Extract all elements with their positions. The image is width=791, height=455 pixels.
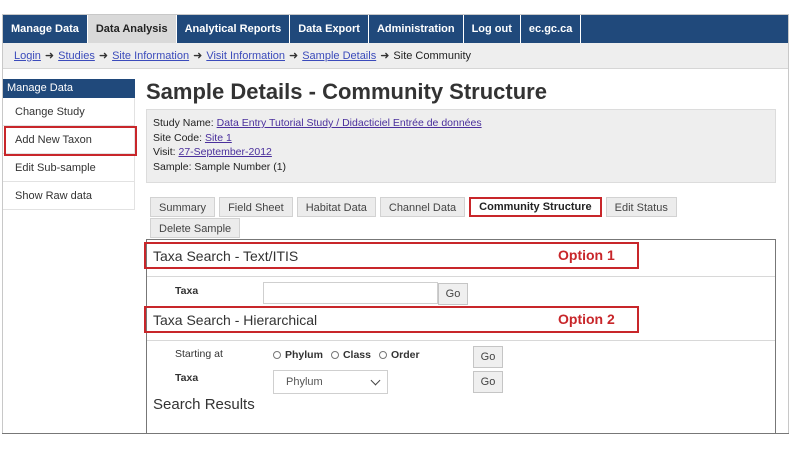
sidebar-item-add-new-taxon[interactable]: Add New Taxon <box>3 126 135 154</box>
sample-info-box: Study Name: Data Entry Tutorial Study / … <box>146 109 776 183</box>
radio-order[interactable]: Order <box>378 349 420 361</box>
hierarchical-search-title: Taxa Search - Hierarchical <box>153 312 318 328</box>
breadcrumb: Login ➜ Studies ➜ Site Information ➜ Vis… <box>3 43 788 69</box>
app-window: Manage Data Data Analysis Analytical Rep… <box>2 14 789 434</box>
tab-field-sheet[interactable]: Field Sheet <box>219 197 293 217</box>
breadcrumb-current: Site Community <box>393 49 472 62</box>
sidebar-heading: Manage Data <box>3 79 135 98</box>
taxa-text-input[interactable] <box>263 282 438 304</box>
study-name-label: Study Name: <box>153 117 217 129</box>
site-code-link[interactable]: Site 1 <box>205 132 232 144</box>
nav-tab-administration[interactable]: Administration <box>368 15 464 43</box>
taxa-hier-label: Taxa <box>175 372 199 384</box>
visit-link[interactable]: 27-September-2012 <box>178 146 271 158</box>
radio-circle-icon <box>273 351 281 359</box>
sample-tabs: Summary Field Sheet Habitat Data Channel… <box>150 197 690 238</box>
sample-row: Sample: Sample Number (1) <box>153 160 287 173</box>
radio-circle-icon <box>378 351 387 359</box>
tab-habitat-data[interactable]: Habitat Data <box>296 197 376 217</box>
taxa-select-value: Phylum <box>286 376 323 388</box>
bottom-divider <box>2 433 789 434</box>
option-1-label: Option 1 <box>558 247 615 263</box>
radio-class[interactable]: Class <box>330 349 371 361</box>
chevron-down-icon <box>370 375 381 386</box>
breadcrumb-studies[interactable]: Studies <box>58 50 95 62</box>
sidebar-item-change-study[interactable]: Change Study <box>3 98 135 126</box>
breadcrumb-visit-information[interactable]: Visit Information <box>206 50 285 62</box>
arrow-right-icon: ➜ <box>44 50 55 62</box>
tab-delete-sample[interactable]: Delete Sample <box>150 218 241 238</box>
nav-tab-data-export[interactable]: Data Export <box>290 15 369 43</box>
radio-circle-icon <box>330 351 339 359</box>
taxa-select[interactable]: Phylum <box>273 370 388 394</box>
arrow-right-icon: ➜ <box>98 50 109 62</box>
site-code-row: Site Code: Site 1 <box>153 131 769 146</box>
arrow-right-icon: ➜ <box>289 50 299 62</box>
arrow-right-icon: ➜ <box>380 50 390 62</box>
nav-tab-manage-data[interactable]: Manage Data <box>3 15 88 43</box>
nav-tab-data-analysis[interactable]: Data Analysis <box>87 15 177 43</box>
page-title: Sample Details - Community Structure <box>146 79 547 104</box>
search-results-title: Search Results <box>153 396 255 413</box>
tab-channel-data[interactable]: Channel Data <box>379 197 466 217</box>
radio-class-label: Class <box>342 349 371 361</box>
divider <box>147 340 775 341</box>
option-2-label: Option 2 <box>558 311 615 327</box>
tab-community-structure[interactable]: Community Structure <box>469 197 602 217</box>
nav-tab-log-out[interactable]: Log out <box>463 15 521 43</box>
nav-tab-ec-gc-ca[interactable]: ec.gc.ca <box>520 15 582 43</box>
go-button-hierarchical[interactable]: Go <box>473 371 503 393</box>
sidebar-item-edit-sub-sample[interactable]: Edit Sub-sample <box>3 154 135 182</box>
breadcrumb-site-information[interactable]: Site Information <box>112 50 189 62</box>
taxa-text-label: Taxa <box>175 285 199 297</box>
rank-radio-group: Phylum Class Order <box>273 349 428 361</box>
sidebar: Manage Data Change Study Add New Taxon E… <box>3 79 135 210</box>
visit-row: Visit: 27-September-2012 <box>153 145 769 160</box>
divider <box>147 276 775 277</box>
nav-tab-analytical-reports[interactable]: Analytical Reports <box>176 15 291 43</box>
breadcrumb-sample-details[interactable]: Sample Details <box>302 50 376 62</box>
radio-phylum[interactable]: Phylum <box>273 349 323 361</box>
starting-at-label: Starting at <box>175 348 223 360</box>
visit-label: Visit: <box>153 146 179 158</box>
go-button-text-search[interactable]: Go <box>438 283 468 305</box>
community-structure-panel: Taxa Search - Text/ITIS Option 1 Taxa Go… <box>146 239 776 433</box>
text-search-title: Taxa Search - Text/ITIS <box>153 248 299 264</box>
tab-summary[interactable]: Summary <box>150 197 216 217</box>
go-button-starting[interactable]: Go <box>473 346 503 368</box>
study-name-link[interactable]: Data Entry Tutorial Study / Didacticiel … <box>217 117 482 129</box>
sidebar-item-show-raw-data[interactable]: Show Raw data <box>3 182 135 210</box>
nav-filler <box>581 15 788 43</box>
study-name-row: Study Name: Data Entry Tutorial Study / … <box>153 116 769 131</box>
site-code-label: Site Code: <box>153 131 205 144</box>
breadcrumb-login[interactable]: Login <box>14 50 41 62</box>
arrow-right-icon: ➜ <box>193 50 203 62</box>
tab-edit-status[interactable]: Edit Status <box>605 197 677 217</box>
top-navigation: Manage Data Data Analysis Analytical Rep… <box>3 15 788 43</box>
radio-order-label: Order <box>390 349 420 361</box>
radio-phylum-label: Phylum <box>285 349 323 361</box>
